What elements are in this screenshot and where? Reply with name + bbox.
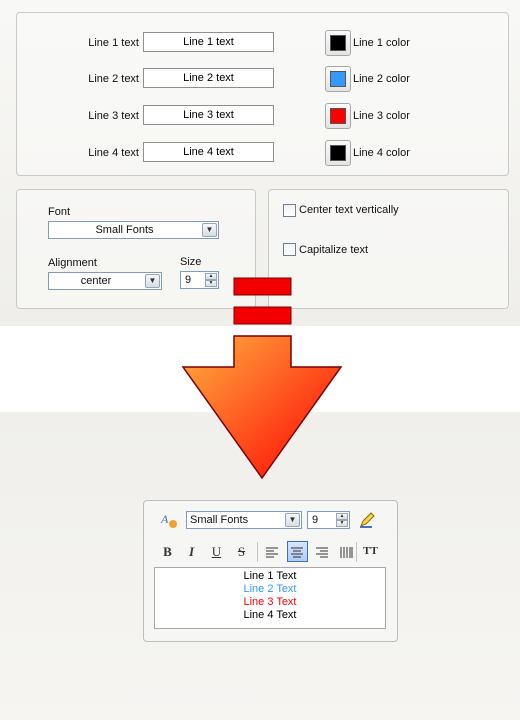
alignment-label: Alignment	[48, 257, 97, 269]
editor-size-value: 9	[312, 514, 319, 526]
line-1-text-input[interactable]	[143, 32, 274, 52]
align-left-button[interactable]	[262, 541, 283, 562]
line-4-text-input[interactable]	[143, 142, 274, 162]
text-editor-widget: A Small Fonts ▼ 9 ▲ ▼ B I U S TT Line 1 …	[143, 500, 398, 642]
bold-button[interactable]: B	[157, 541, 178, 562]
line-3-color-swatch	[330, 108, 346, 124]
line-1-label: Line 1 text	[88, 37, 139, 49]
line-2-label: Line 2 text	[88, 73, 139, 85]
line-2-text-input[interactable]	[143, 68, 274, 88]
line-1-color-label: Line 1 color	[353, 37, 410, 49]
align-right-button[interactable]	[312, 541, 333, 562]
font-select-value: Small Fonts	[95, 224, 154, 236]
text-preview: Line 1 Text Line 2 Text Line 3 Text Line…	[154, 567, 386, 629]
chevron-down-icon[interactable]: ▼	[202, 223, 217, 237]
font-label: Font	[48, 206, 71, 218]
align-center-button[interactable]	[287, 541, 308, 562]
editor-size-stepper[interactable]: 9 ▲ ▼	[307, 511, 350, 529]
spin-up-icon[interactable]: ▲	[205, 273, 217, 280]
line-4-color-swatch	[330, 145, 346, 161]
line-4-color-label: Line 4 color	[353, 147, 410, 159]
preview-line-1: Line 1 Text	[243, 570, 297, 582]
underline-button[interactable]: U	[206, 541, 227, 562]
line-3-text-input[interactable]	[143, 105, 274, 125]
line-1-color-button[interactable]	[325, 30, 351, 56]
preview-line-3: Line 3 Text	[243, 596, 297, 608]
size-label: Size	[180, 256, 202, 268]
chevron-down-icon[interactable]: ▼	[285, 513, 300, 527]
editor-font-select[interactable]: Small Fonts ▼	[186, 511, 302, 529]
strikethrough-button[interactable]: S	[231, 541, 252, 562]
font-style-icon[interactable]: A	[160, 511, 178, 529]
line-2-color-button[interactable]	[325, 66, 351, 92]
pencil-icon[interactable]	[358, 511, 376, 529]
svg-text:A: A	[160, 512, 169, 526]
size-stepper-value: 9	[185, 274, 192, 286]
line-3-color-button[interactable]	[325, 103, 351, 129]
capitalize-label: Capitalize text	[299, 244, 369, 256]
line-1-color-swatch	[330, 35, 346, 51]
center-vertically-label: Center text vertically	[299, 204, 399, 216]
line-2-color-label: Line 2 color	[353, 73, 410, 85]
preview-line-4: Line 4 Text	[243, 609, 297, 621]
line-4-label: Line 4 text	[88, 147, 139, 159]
alignment-select[interactable]: center ▼	[48, 272, 162, 290]
divider-band	[0, 326, 520, 412]
preview-line-2: Line 2 Text	[243, 583, 297, 595]
spin-down-icon[interactable]: ▼	[205, 280, 217, 287]
align-justify-icon	[340, 547, 353, 558]
font-select[interactable]: Small Fonts ▼	[48, 221, 219, 239]
toolbar-separator	[257, 542, 258, 562]
line-2-color-swatch	[330, 71, 346, 87]
line-3-color-label: Line 3 color	[353, 110, 410, 122]
toolbar-separator	[356, 542, 357, 562]
spin-up-icon[interactable]: ▲	[336, 513, 348, 520]
line-3-label: Line 3 text	[88, 110, 139, 122]
align-right-icon	[316, 547, 328, 558]
size-stepper[interactable]: 9 ▲ ▼	[180, 271, 219, 289]
editor-font-select-value: Small Fonts	[190, 514, 249, 526]
align-center-icon	[291, 547, 303, 558]
capitalize-button[interactable]: TT	[360, 541, 381, 562]
line-4-color-button[interactable]	[325, 140, 351, 166]
chevron-down-icon[interactable]: ▼	[145, 274, 160, 288]
capitalize-checkbox[interactable]	[283, 243, 296, 256]
spin-down-icon[interactable]: ▼	[336, 520, 348, 527]
center-vertically-checkbox[interactable]	[283, 204, 296, 217]
align-left-icon	[266, 547, 278, 558]
italic-button[interactable]: I	[181, 541, 202, 562]
align-justify-button[interactable]	[336, 541, 357, 562]
